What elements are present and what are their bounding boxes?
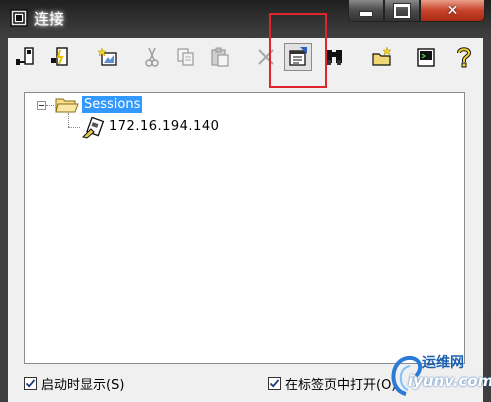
new-folder-button[interactable] [368,43,396,71]
terminal-icon [417,48,435,67]
close-button[interactable]: ✕ [420,0,485,22]
collapse-toggle[interactable] [37,101,46,110]
tree-connector [68,113,69,127]
tree-connector [46,105,54,106]
open-in-tab-checkbox[interactable] [268,376,281,390]
connect-dialog: 连接 ✕ Sessions 172.16.194.140 启动时显示(S) 在标… [0,0,491,402]
tree-connector [68,127,80,128]
checkmark-icon [269,378,280,388]
help-button[interactable] [450,43,478,71]
connect-icon [16,47,34,65]
session-tree[interactable]: Sessions 172.16.194.140 [24,92,465,364]
properties-button[interactable] [284,43,312,71]
session-icon [82,117,105,139]
terminal-button[interactable] [412,43,440,71]
show-on-startup-label: 启动时显示(S) [41,377,125,393]
binoculars-icon [326,50,342,65]
copy-icon [177,48,194,66]
new-folder-icon [372,46,392,66]
tree-item-session[interactable]: 172.16.194.140 [109,119,219,134]
minimize-icon [359,11,373,17]
watermark-bottom-text: iyunv.com [408,372,491,390]
delete-x-icon [258,49,274,65]
dialog-body: Sessions 172.16.194.140 启动时显示(S) 在标签页中打开… [8,13,483,402]
show-on-startup-checkbox[interactable] [24,376,37,390]
open-in-tab-label: 在标签页中打开(O) [285,377,397,393]
tree-item-sessions[interactable]: Sessions [82,96,143,113]
maximize-button[interactable] [384,0,420,22]
new-session-icon [97,47,117,66]
maximize-icon [394,3,410,18]
quick-connect-button[interactable] [46,43,74,71]
find-button[interactable] [320,43,348,71]
question-icon [457,47,472,68]
app-icon [10,9,28,27]
delete-button[interactable] [252,43,280,71]
show-on-startup-option[interactable]: 启动时显示(S) [24,374,125,393]
scissors-icon [145,47,159,67]
connect-button[interactable] [12,43,40,71]
minimize-button[interactable] [348,0,384,22]
checkmark-icon [25,378,36,388]
new-session-button[interactable] [94,43,122,71]
title-bar[interactable]: 连接 ✕ [0,0,491,32]
watermark-top-text: 运维网 [422,355,464,371]
folder-open-icon [55,98,79,113]
caption-buttons: ✕ [348,0,485,24]
open-in-tab-option[interactable]: 在标签页中打开(O) [268,374,397,393]
site-watermark: 运维网 iyunv.com [386,350,491,398]
cut-button[interactable] [138,43,166,71]
window-title: 连接 [34,10,65,28]
paste-button[interactable] [206,43,234,71]
quick-connect-icon [51,47,68,66]
properties-icon [289,47,307,66]
copy-button[interactable] [172,43,200,71]
paste-icon [211,47,229,67]
toolbar [8,13,483,88]
close-icon: ✕ [446,2,459,19]
